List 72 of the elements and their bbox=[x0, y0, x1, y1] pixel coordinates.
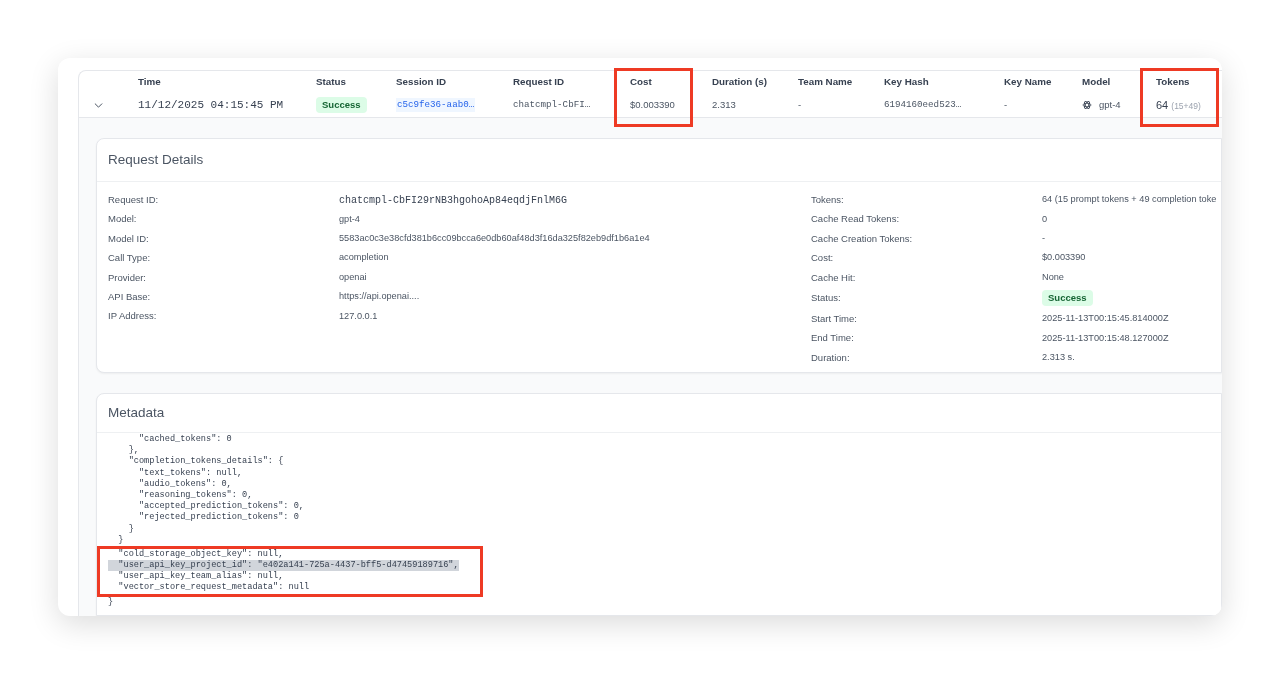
table-cell-text: - bbox=[798, 97, 802, 112]
code-line: } bbox=[108, 596, 114, 608]
section-title: Metadata bbox=[108, 403, 165, 422]
table-cell: 6194160eed523… bbox=[884, 98, 962, 112]
code-line: "completion_tokens_details": { bbox=[127, 456, 284, 468]
code-line: "cached_tokens": 0 bbox=[137, 434, 232, 446]
column-header: Key Hash bbox=[884, 74, 929, 89]
field-value: 5583ac0c3e38cfd381b6cc09bcca6e0db60af48d3f16da325f82eb9df1b6a1e4 bbox=[339, 232, 650, 246]
table-cell-text: - bbox=[1004, 97, 1008, 112]
table-cell-text: gpt-4 bbox=[1099, 97, 1121, 112]
table-cell: chatcmpl-CbFI… bbox=[513, 98, 591, 112]
column-header: Session ID bbox=[396, 74, 447, 89]
section-title: Request Details bbox=[108, 150, 204, 169]
column-header: Status bbox=[316, 74, 346, 89]
flower-icon bbox=[1082, 100, 1092, 110]
column-header: Request ID bbox=[513, 74, 565, 89]
column-header: Model bbox=[1082, 74, 1111, 89]
field-value: 2.313 s. bbox=[1042, 351, 1075, 365]
code-line: "rejected_prediction_tokens": 0 bbox=[137, 512, 299, 524]
field-label: Provider: bbox=[108, 270, 147, 285]
field-label: API Base: bbox=[108, 290, 152, 304]
status-badge: Success bbox=[316, 97, 367, 113]
field-label: Model ID: bbox=[108, 231, 150, 246]
column-header: Tokens bbox=[1156, 74, 1190, 89]
field-value: chatcmpl-CbFI29rNB3hgohoAp84eqdjFnlM6G bbox=[339, 193, 568, 208]
chevron-down-icon[interactable] bbox=[94, 102, 103, 108]
field-label: End Time: bbox=[811, 331, 855, 346]
column-header: Duration (s) bbox=[712, 74, 767, 89]
code-line: } bbox=[127, 523, 134, 535]
field-value: 127.0.0.1 bbox=[339, 309, 378, 323]
field-value: acompletion bbox=[339, 251, 389, 265]
field-value: $0.003390 bbox=[1042, 251, 1086, 265]
field-value: 2025-11-13T00:15:48.127000Z bbox=[1042, 331, 1169, 345]
field-value: - bbox=[1042, 232, 1046, 246]
field-value: gpt-4 bbox=[339, 212, 360, 226]
column-header: Cost bbox=[630, 74, 652, 89]
field-value: https://api.openai.... bbox=[339, 290, 420, 304]
session-link[interactable]: c5c9fe36-aab0… bbox=[396, 98, 476, 112]
field-label: Cache Read Tokens: bbox=[811, 212, 901, 227]
code-line: "cold_storage_object_key": null, bbox=[117, 548, 284, 560]
code-line: "vector_store_request_metadata": null bbox=[117, 582, 310, 594]
field-value: 2025-11-13T00:15:45.814000Z bbox=[1042, 312, 1169, 326]
column-header: Key Name bbox=[1004, 74, 1052, 89]
code-line: }, bbox=[127, 445, 139, 456]
column-header: Time bbox=[138, 74, 161, 89]
table-cell-text: 2.313 bbox=[712, 97, 736, 112]
field-label: IP Address: bbox=[108, 309, 158, 324]
code-line: "text_tokens": null, bbox=[137, 467, 243, 479]
field-value: 64 (15 prompt tokens + 49 completion toke bbox=[1042, 193, 1217, 207]
token-count: 64 (15+49) bbox=[1156, 97, 1201, 113]
table-cell-text: $0.003390 bbox=[630, 97, 675, 112]
code-line: "accepted_prediction_tokens": 0, bbox=[137, 501, 304, 512]
code-line: "reasoning_tokens": 0, bbox=[137, 489, 253, 501]
field-label: Cost: bbox=[811, 251, 835, 266]
field-label: Model: bbox=[108, 212, 138, 227]
field-label: Start Time: bbox=[811, 312, 858, 326]
field-label: Duration: bbox=[811, 350, 851, 365]
field-label: Request ID: bbox=[108, 193, 160, 208]
status-badge: Success bbox=[1042, 290, 1093, 307]
code-line: "audio_tokens": 0, bbox=[137, 478, 232, 490]
field-value: 0 bbox=[1042, 212, 1048, 226]
field-value: openai bbox=[339, 270, 367, 284]
field-label: Cache Creation Tokens: bbox=[811, 231, 914, 246]
table-cell-text: 11/12/2025 04:15:45 PM bbox=[138, 97, 284, 113]
code-line: "user_api_key_team_alias": null, bbox=[117, 571, 284, 582]
field-label: Call Type: bbox=[108, 251, 152, 266]
code-line: } bbox=[117, 534, 124, 546]
column-header: Team Name bbox=[798, 74, 853, 89]
field-label: Status: bbox=[811, 291, 842, 306]
field-label: Tokens: bbox=[811, 193, 845, 208]
field-value: None bbox=[1042, 270, 1064, 284]
field-label: Cache Hit: bbox=[811, 270, 857, 285]
